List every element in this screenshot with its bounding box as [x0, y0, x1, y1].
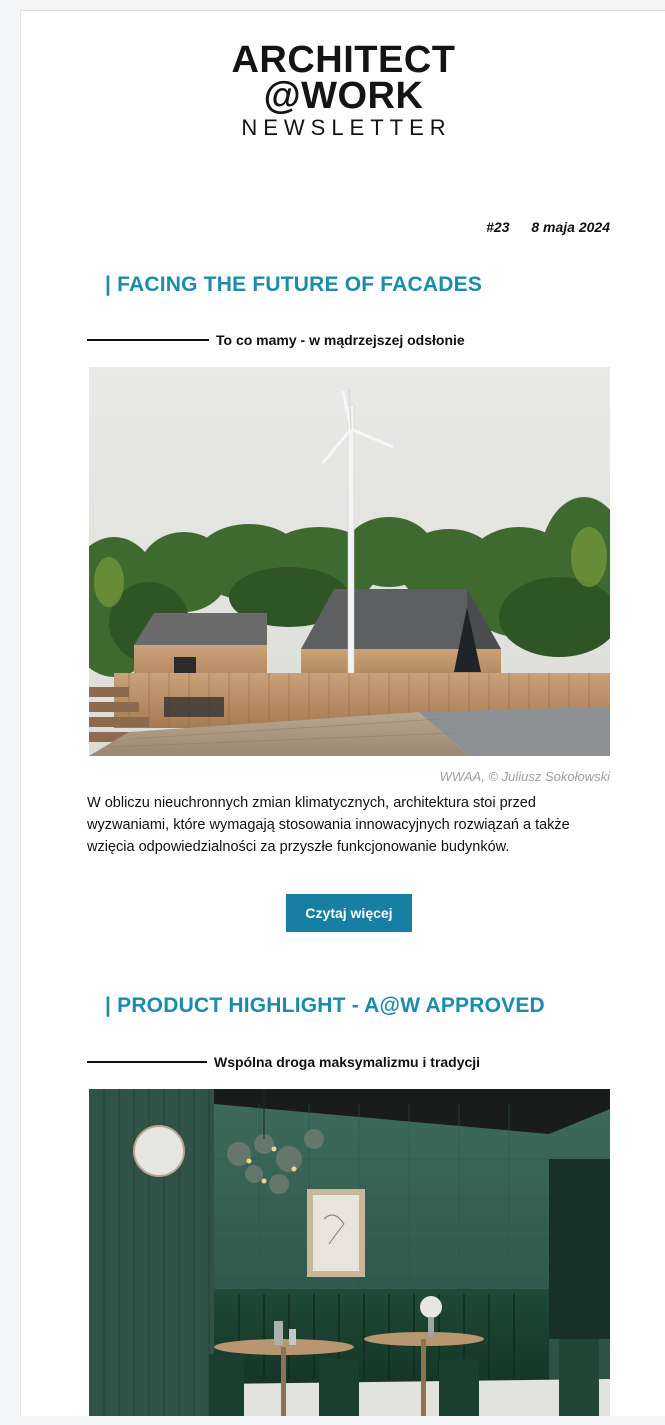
- logo-line-newsletter: NEWSLETTER: [241, 115, 452, 140]
- subtitle-rule: [87, 339, 209, 341]
- article1-subtitle: To co mamy - w mądrzejszej odsłonie: [216, 332, 465, 348]
- section-title-product-highlight[interactable]: | PRODUCT HIGHLIGHT - A@W APPROVED: [105, 994, 545, 1018]
- logo-line-atwork: @WORK: [263, 75, 424, 117]
- issue-meta: #23 8 maja 2024: [486, 219, 610, 235]
- green-restaurant-image: [89, 1089, 610, 1416]
- article2-subtitle: Wspólna droga maksymalizmu i tradycji: [214, 1054, 481, 1070]
- read-more-button[interactable]: Czytaj więcej: [286, 894, 412, 932]
- issue-number: #23: [486, 219, 510, 235]
- section-title-facades[interactable]: | FACING THE FUTURE OF FACADES: [105, 273, 482, 297]
- article1-photo[interactable]: [89, 367, 610, 756]
- article1-subtitle-row: To co mamy - w mądrzejszej odsłonie: [87, 332, 465, 348]
- article1-image-caption: WWAA, © Juliusz Sokołowski: [439, 769, 610, 784]
- article1-body: W obliczu nieuchronnych zmian klimatyczn…: [87, 795, 570, 855]
- logo-line-architect: ARCHITECT: [231, 39, 456, 81]
- article2-subtitle-row: Wspólna droga maksymalizmu i tradycji: [87, 1054, 480, 1070]
- wooden-pavilion-image: [89, 367, 610, 756]
- newsletter-logo[interactable]: ARCHITECT @WORK NEWSLETTER: [21, 41, 665, 139]
- newsletter-page: ARCHITECT @WORK NEWSLETTER #23 8 maja 20…: [20, 10, 665, 1416]
- article2-photo[interactable]: [89, 1089, 610, 1416]
- subtitle-rule: [87, 1061, 207, 1063]
- issue-date: 8 maja 2024: [531, 219, 610, 235]
